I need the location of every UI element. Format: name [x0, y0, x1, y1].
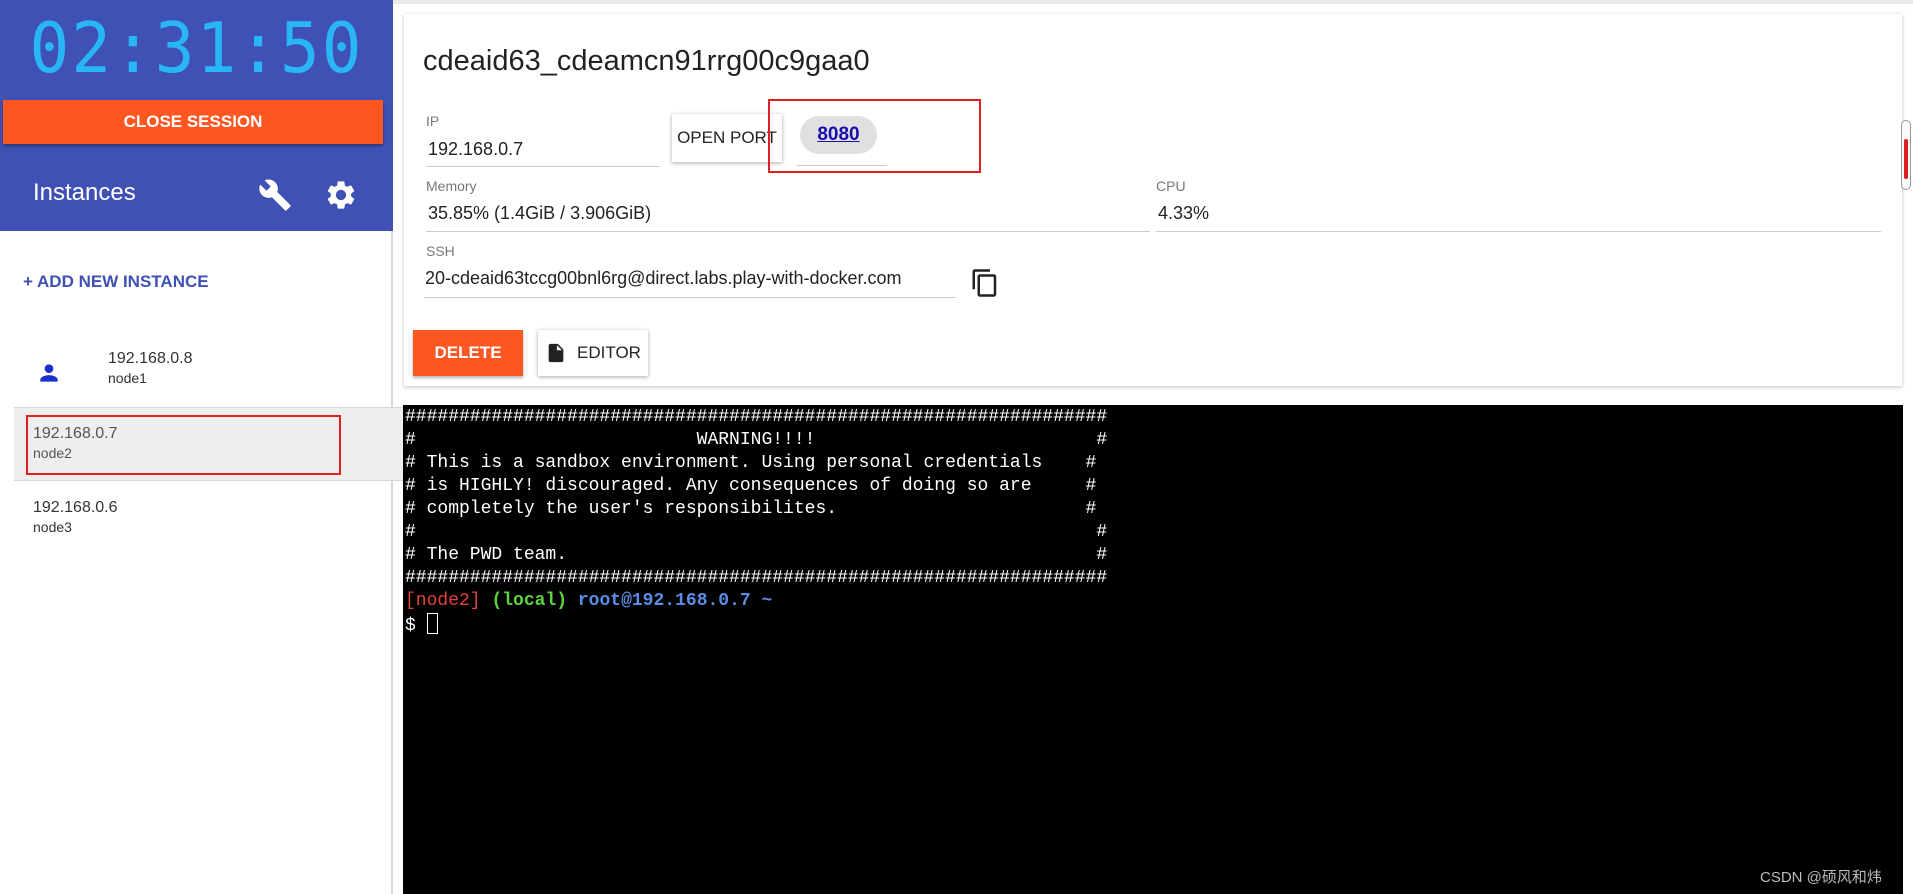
wrench-icon[interactable]: [258, 178, 292, 212]
terminal-line: # is HIGHLY! discouraged. Any consequenc…: [405, 476, 1097, 496]
copy-icon[interactable]: [970, 266, 1000, 300]
instances-title: Instances: [33, 179, 136, 206]
terminal-cursor: [426, 613, 438, 634]
ssh-field[interactable]: 20-cdeaid63tccg00bnl6rg@direct.labs.play…: [425, 268, 902, 289]
terminal-line: # completely the user's responsibilites.…: [405, 499, 1097, 519]
instance-item-node1[interactable]: 192.168.0.8 node1: [14, 337, 407, 411]
editor-button[interactable]: EDITOR: [538, 330, 648, 376]
terminal-line: # This is a sandbox environment. Using p…: [405, 453, 1097, 473]
open-port-button[interactable]: OPEN PORT: [672, 114, 782, 162]
instance-name: node3: [33, 519, 72, 535]
instance-ip: 192.168.0.6: [33, 499, 118, 516]
cpu-label: CPU: [1156, 178, 1186, 194]
highlight-box-port: [768, 99, 981, 173]
prompt-symbol: $: [405, 616, 427, 636]
cpu-field[interactable]: 4.33%: [1158, 203, 1209, 224]
session-timer: 02:31:50: [29, 8, 364, 89]
instance-title: cdeaid63_cdeamcn91rrg00c9gaa0: [423, 45, 870, 77]
terminal[interactable]: ########################################…: [403, 405, 1903, 894]
ip-field[interactable]: 192.168.0.7: [428, 139, 523, 160]
terminal-line: # The PWD team. #: [405, 545, 1108, 565]
watermark: CSDN @硕风和炜: [1760, 869, 1882, 886]
close-session-button[interactable]: CLOSE SESSION: [3, 100, 383, 144]
delete-button[interactable]: DELETE: [413, 330, 523, 376]
prompt-node: [node2]: [405, 591, 481, 611]
instance-ip: 192.168.0.8: [108, 350, 193, 367]
terminal-prompt: [node2] (local) root@192.168.0.7 ~: [405, 590, 772, 613]
memory-field[interactable]: 35.85% (1.4GiB / 3.906GiB): [428, 203, 651, 224]
terminal-line: # #: [405, 522, 1108, 542]
ssh-underline: [424, 297, 956, 298]
app-root: 02:31:50 CLOSE SESSION Instances + ADD N…: [0, 0, 1913, 894]
person-icon: [40, 364, 58, 382]
highlight-box-selected-instance: [26, 415, 341, 475]
instance-item-node3[interactable]: 192.168.0.6 node3: [14, 486, 407, 560]
ip-underline: [426, 166, 660, 167]
add-new-instance-button[interactable]: + ADD NEW INSTANCE: [23, 272, 209, 292]
memory-label: Memory: [426, 178, 477, 194]
scrollbar-thumb[interactable]: [1904, 139, 1908, 179]
terminal-line: ########################################…: [405, 568, 1108, 588]
ip-label: IP: [426, 113, 440, 129]
ssh-label: SSH: [426, 243, 455, 259]
sidebar: 02:31:50 CLOSE SESSION Instances + ADD N…: [0, 0, 406, 894]
page-scrollbar[interactable]: [1901, 120, 1911, 190]
terminal-line: ########################################…: [405, 407, 1108, 427]
sidebar-header: 02:31:50 CLOSE SESSION Instances: [0, 0, 393, 231]
top-border: [393, 0, 1913, 4]
prompt-host: root@192.168.0.7 ~: [577, 591, 773, 611]
instance-name: node1: [108, 370, 147, 386]
file-icon: [548, 343, 564, 363]
terminal-line: # WARNING!!!! #: [405, 430, 1108, 450]
cpu-underline: [1156, 231, 1881, 232]
terminal-input-line[interactable]: $: [405, 613, 438, 638]
prompt-local: (local): [491, 591, 568, 611]
gear-icon[interactable]: [324, 178, 358, 212]
editor-label: EDITOR: [577, 343, 641, 362]
memory-underline: [426, 231, 1150, 232]
